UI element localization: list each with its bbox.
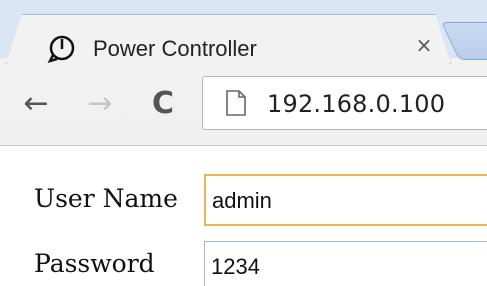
- reload-icon[interactable]: C: [145, 86, 181, 122]
- tab-title: Power Controller: [93, 36, 257, 61]
- url-text: 192.168.0.100: [267, 90, 446, 118]
- browser-chrome: Power Controller × ← → C 192.168.0.100: [0, 0, 487, 146]
- power-icon: [47, 33, 77, 63]
- username-label: User Name: [34, 184, 178, 213]
- forward-arrow-icon[interactable]: →: [82, 86, 118, 122]
- login-form: User Name admin Password 1234: [0, 146, 487, 286]
- password-label: Password: [34, 249, 155, 278]
- password-input[interactable]: 1234: [204, 241, 487, 286]
- page-icon: [226, 90, 246, 116]
- username-input[interactable]: admin: [204, 174, 487, 226]
- new-tab-button[interactable]: [441, 22, 487, 60]
- address-bar[interactable]: 192.168.0.100: [202, 76, 487, 130]
- browser-toolbar: ← → C 192.168.0.100: [0, 60, 487, 144]
- back-arrow-icon[interactable]: ←: [18, 86, 54, 122]
- close-icon[interactable]: ×: [412, 33, 436, 57]
- tab-power-controller[interactable]: Power Controller ×: [6, 14, 451, 64]
- tab-strip: Power Controller ×: [0, 0, 487, 60]
